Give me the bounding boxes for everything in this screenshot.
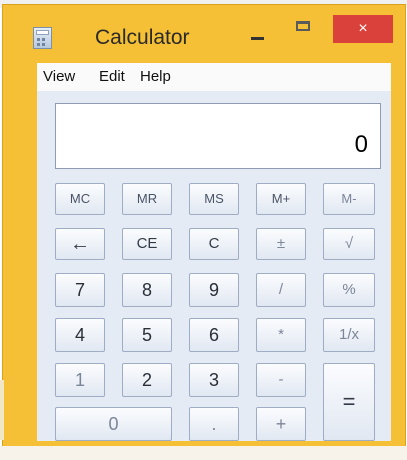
menu-bar: View Edit Help bbox=[37, 63, 391, 91]
calculator-window: Calculator × View Edit Help 0 MC MR MS M… bbox=[2, 4, 406, 456]
digit-5-button[interactable]: 5 bbox=[122, 318, 172, 352]
memory-store-button[interactable]: MS bbox=[189, 183, 239, 215]
calculator-icon bbox=[33, 27, 52, 49]
digit-0-button[interactable]: 0 bbox=[55, 407, 172, 441]
menu-help[interactable]: Help bbox=[140, 67, 171, 87]
title-bar[interactable]: Calculator × bbox=[3, 5, 405, 61]
digit-9-button[interactable]: 9 bbox=[189, 273, 239, 307]
digit-2-button[interactable]: 2 bbox=[122, 363, 172, 397]
clear-entry-button[interactable]: CE bbox=[122, 228, 172, 260]
divide-button[interactable]: / bbox=[256, 273, 306, 307]
subtract-button[interactable]: - bbox=[256, 363, 306, 397]
backspace-button[interactable]: ← bbox=[55, 228, 105, 260]
reciprocal-button[interactable]: 1/x bbox=[323, 318, 375, 352]
memory-clear-button[interactable]: MC bbox=[55, 183, 105, 215]
add-button[interactable]: + bbox=[256, 407, 306, 441]
minimize-button[interactable] bbox=[241, 20, 275, 46]
memory-recall-button[interactable]: MR bbox=[122, 183, 172, 215]
square-root-button[interactable]: √ bbox=[323, 228, 375, 260]
digit-3-button[interactable]: 3 bbox=[189, 363, 239, 397]
clear-button[interactable]: C bbox=[189, 228, 239, 260]
maximize-button[interactable] bbox=[287, 15, 321, 39]
menu-view[interactable]: View bbox=[43, 67, 75, 87]
digit-6-button[interactable]: 6 bbox=[189, 318, 239, 352]
digit-7-button[interactable]: 7 bbox=[55, 273, 105, 307]
decimal-button[interactable]: . bbox=[189, 407, 239, 441]
memory-add-button[interactable]: M+ bbox=[256, 183, 306, 215]
menu-edit[interactable]: Edit bbox=[99, 67, 125, 87]
digit-8-button[interactable]: 8 bbox=[122, 273, 172, 307]
digit-4-button[interactable]: 4 bbox=[55, 318, 105, 352]
digit-1-button[interactable]: 1 bbox=[55, 363, 105, 397]
screen: Calculator × View Edit Help 0 MC MR MS M… bbox=[0, 0, 407, 460]
multiply-button[interactable]: * bbox=[256, 318, 306, 352]
display-value: 0 bbox=[354, 131, 368, 158]
memory-subtract-button[interactable]: M- bbox=[323, 183, 375, 215]
result-display: 0 bbox=[55, 103, 381, 169]
desktop-background-left bbox=[0, 380, 4, 440]
desktop-background-bottom bbox=[0, 446, 407, 460]
close-button[interactable]: × bbox=[333, 15, 393, 43]
percent-button[interactable]: % bbox=[323, 273, 375, 307]
negate-button[interactable]: ± bbox=[256, 228, 306, 260]
calculator-body: View Edit Help 0 MC MR MS M+ M- ← CE C ±… bbox=[37, 63, 391, 441]
window-title: Calculator bbox=[95, 26, 190, 49]
equals-button[interactable]: = bbox=[323, 363, 375, 441]
